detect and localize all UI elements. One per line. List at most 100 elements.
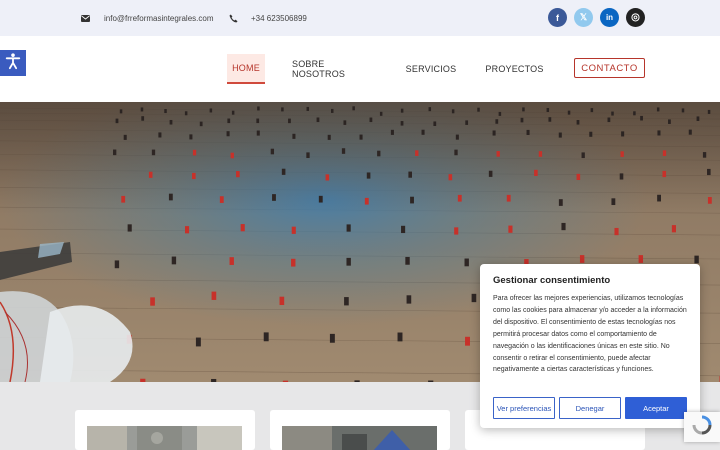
tile-spacer-mark (455, 134, 459, 140)
tile-spacer-mark (662, 150, 667, 156)
tile-spacer-mark (331, 108, 334, 113)
tile-spacer-mark (115, 118, 119, 124)
tile-spacer-mark (346, 257, 351, 266)
tile-spacer-mark (184, 226, 190, 234)
tile-spacer-mark (621, 131, 625, 137)
instagram-link[interactable]: ◎ (626, 8, 645, 27)
nav-sobre-nosotros-label: SOBRE NOSOTROS (292, 59, 346, 79)
tile-spacer-mark (140, 107, 144, 112)
tile-spacer-mark (272, 194, 276, 201)
tile-spacer-mark (113, 149, 117, 156)
tile-spacer-mark (633, 111, 636, 116)
tile-spacer-mark (471, 293, 477, 303)
tile-spacer-mark (318, 195, 323, 203)
tile-spacer-mark (114, 260, 120, 269)
x-link[interactable]: 𝕏 (574, 8, 593, 27)
tile-spacer-mark (508, 225, 513, 233)
tile-spacer-mark (421, 129, 425, 135)
tile-spacer-mark (694, 255, 699, 264)
tile-spacer-mark (454, 149, 458, 156)
tile-spacer-mark (169, 119, 173, 125)
tile-spacer-mark (150, 297, 155, 306)
tile-spacer-mark (576, 120, 580, 125)
tile-spacer-mark (291, 226, 296, 234)
recaptcha-badge[interactable] (684, 412, 720, 442)
tile-spacer-mark (607, 117, 611, 123)
tile-spacer-mark (257, 106, 260, 111)
tile-spacer-mark (702, 152, 707, 158)
email-text: info@frreformasintegrales.com (104, 13, 214, 23)
tile-spacer-mark (619, 173, 624, 180)
tile-spacer-mark (231, 110, 235, 115)
tile-spacer-mark (415, 150, 419, 156)
tile-spacer-mark (576, 173, 581, 181)
deny-button[interactable]: Denegar (559, 397, 621, 419)
tile-spacer-mark (400, 108, 404, 113)
tile-spacer-mark (256, 130, 260, 136)
envelope-icon (80, 13, 90, 23)
tile-spacer-mark (405, 256, 410, 265)
preferences-button-label: Ver preferencias (496, 403, 552, 413)
tile-spacer-mark (656, 107, 660, 112)
tile-spacer-mark (397, 332, 403, 342)
tile-spacer-mark (316, 117, 320, 123)
tile-spacer-mark (477, 107, 480, 112)
linkedin-icon: in (605, 13, 614, 22)
recaptcha-icon (692, 415, 712, 440)
tile-spacer-mark (534, 169, 538, 176)
preferences-button[interactable]: Ver preferencias (493, 397, 555, 419)
tile-spacer-mark (346, 224, 351, 232)
tile-spacer-mark (121, 195, 126, 203)
tile-spacer-mark (230, 152, 234, 159)
tile-spacer-mark (522, 107, 525, 112)
tile-spacer-mark (520, 117, 524, 123)
tile-spacer-mark (465, 120, 469, 125)
nav-home-label: HOME (232, 63, 260, 73)
tile-spacer-mark (668, 119, 671, 124)
tile-spacer-mark (306, 152, 310, 159)
email-contact[interactable]: info@frreformasintegrales.com (80, 0, 214, 36)
facebook-link[interactable]: f (548, 8, 567, 27)
top-contact-bar: info@frreformasintegrales.com +34 623506… (0, 0, 720, 36)
facebook-icon: f (556, 12, 559, 23)
phone-contact[interactable]: +34 623506899 (228, 0, 307, 36)
contact-button[interactable]: CONTACTO (574, 58, 645, 78)
tile-spacer-mark (561, 222, 566, 231)
tile-spacer-mark (270, 148, 275, 155)
service-card[interactable] (270, 410, 450, 450)
tile-spacer-mark (127, 224, 132, 232)
tile-spacer-mark (548, 117, 552, 122)
accept-button[interactable]: Aceptar (625, 397, 687, 419)
tile-spacer-mark (657, 130, 661, 136)
tile-spacer-mark (448, 174, 453, 181)
service-card[interactable] (75, 410, 255, 450)
linkedin-link[interactable]: in (600, 8, 619, 27)
tile-spacer-mark (366, 172, 371, 179)
tile-spacer-mark (662, 170, 667, 178)
tile-spacer-mark (341, 148, 346, 154)
tile-spacer-mark (281, 168, 286, 175)
consent-title: Gestionar consentimiento (493, 275, 611, 286)
accessibility-button[interactable] (0, 50, 26, 76)
tile-spacer-mark (492, 130, 496, 136)
tile-spacer-mark (546, 107, 550, 112)
tile-spacer-mark (281, 107, 284, 112)
nav-sobre-nosotros[interactable]: SOBRE NOSOTROS (292, 54, 376, 84)
nav-proyectos[interactable]: PROYECTOS (485, 54, 543, 84)
tile-spacer-mark (454, 227, 459, 235)
tile-spacer-mark (291, 258, 296, 267)
tile-spacer-mark (229, 257, 234, 265)
tile-spacer-mark (329, 333, 335, 343)
nav-home[interactable]: HOME (227, 54, 265, 84)
nav-servicios[interactable]: SERVICIOS (405, 54, 457, 84)
tile-spacer-mark (123, 134, 127, 140)
tile-spacer-mark (240, 224, 245, 232)
tile-spacer-mark (288, 118, 291, 124)
tile-spacer-mark (151, 149, 156, 156)
tile-spacer-mark (168, 193, 173, 201)
tile-spacer-mark (681, 108, 685, 113)
tile-spacer-mark (379, 111, 383, 116)
card-image (87, 426, 242, 450)
tile-spacer-mark (209, 108, 213, 113)
tile-spacer-mark (433, 121, 437, 127)
